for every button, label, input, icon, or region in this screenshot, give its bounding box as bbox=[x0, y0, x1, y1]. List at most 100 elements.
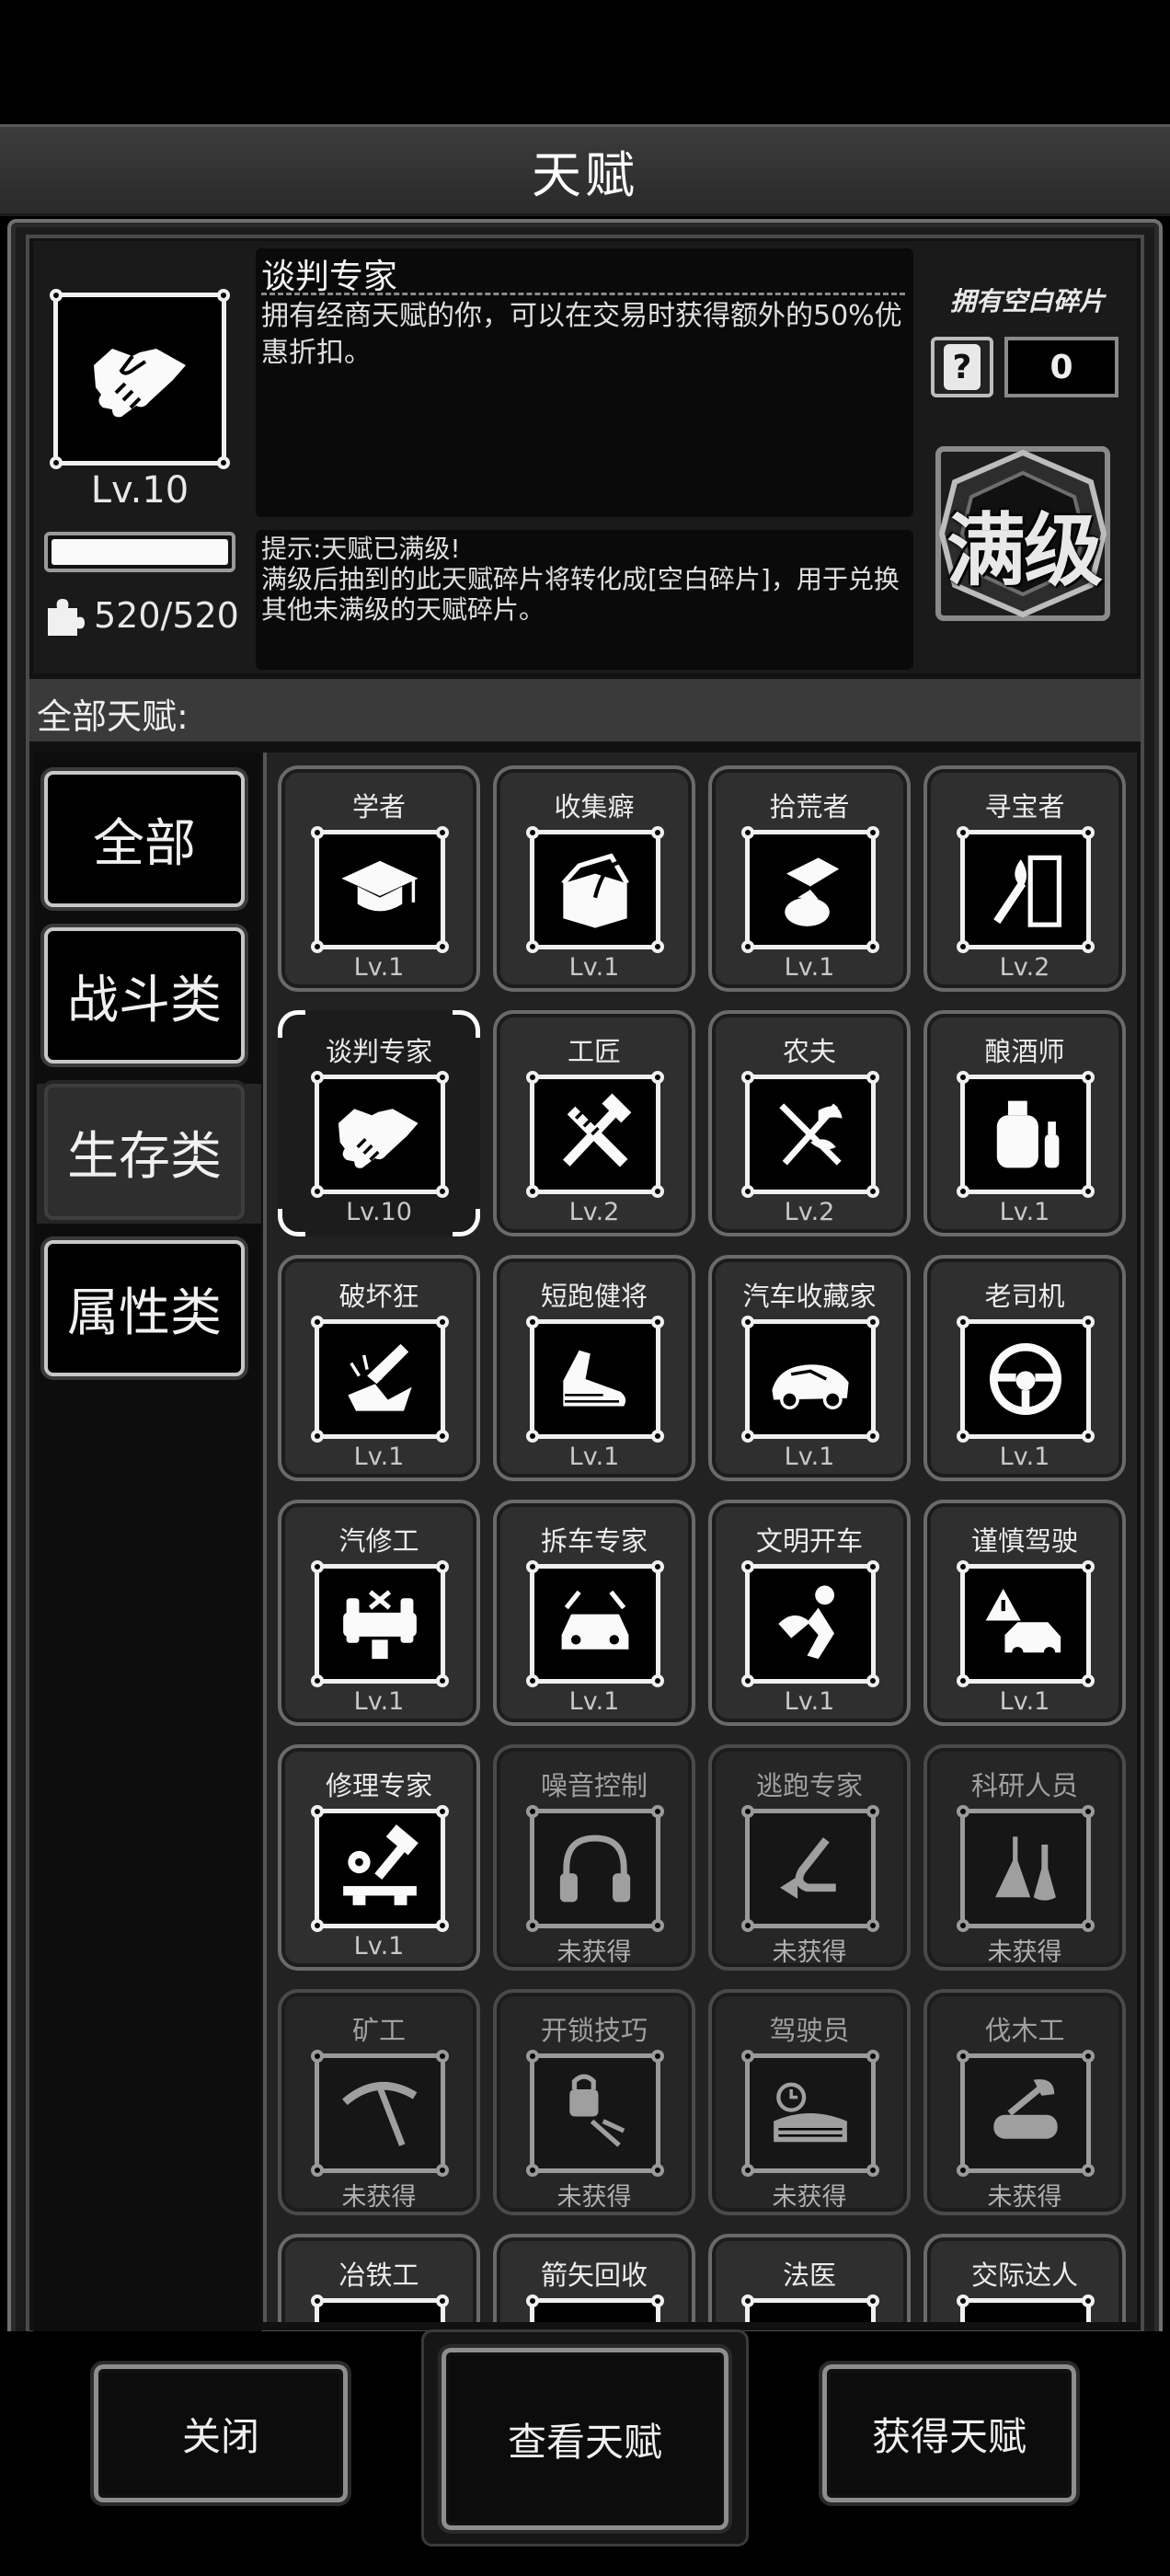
pickaxe-icon bbox=[342, 2082, 418, 2146]
talent-card[interactable]: 老司机 Lv.1 bbox=[923, 1255, 1126, 1481]
talent-card-level: Lv.2 bbox=[999, 953, 1050, 982]
talent-card-name: 老司机 bbox=[984, 1281, 1065, 1312]
farm-tools-icon bbox=[779, 1103, 843, 1166]
talent-card-name: 矿工 bbox=[351, 2015, 406, 2046]
talent-card[interactable]: 箭矢回收 bbox=[493, 2234, 695, 2322]
talent-card-name: 拆车专家 bbox=[540, 1525, 648, 1557]
talent-card[interactable]: 噪音控制 未获得 bbox=[493, 1744, 695, 1971]
talent-card-level: Lv.1 bbox=[784, 1443, 835, 1471]
progress-fill bbox=[52, 539, 228, 565]
talent-card[interactable]: 工匠 Lv.2 bbox=[493, 1010, 695, 1236]
social-icon bbox=[978, 2310, 1073, 2322]
talent-icon-frame bbox=[957, 826, 1095, 953]
talent-card-name: 汽修工 bbox=[338, 1525, 419, 1557]
talent-card[interactable]: 学者 Lv.1 bbox=[278, 765, 480, 992]
forensic-icon bbox=[763, 2310, 858, 2322]
puzzle-piece-icon bbox=[48, 599, 85, 636]
question-shard-icon: ? bbox=[931, 337, 993, 397]
torch-door-icon bbox=[993, 855, 1061, 927]
progress-bar bbox=[44, 532, 235, 572]
title-bar: 天赋 bbox=[0, 124, 1170, 216]
talent-icon-frame bbox=[957, 2294, 1095, 2322]
talent-card[interactable]: 酿酒师 Lv.1 bbox=[923, 1010, 1126, 1236]
talent-card[interactable]: 修理专家 Lv.1 bbox=[278, 1744, 480, 1971]
speed-clock-icon bbox=[774, 2082, 847, 2143]
handshake-icon bbox=[338, 1109, 419, 1168]
talent-card-level: Lv.1 bbox=[353, 1687, 405, 1716]
talent-card[interactable]: 科研人员 未获得 bbox=[923, 1744, 1126, 1971]
talent-card[interactable]: 矿工 未获得 bbox=[278, 1989, 480, 2215]
talent-icon-frame bbox=[311, 1071, 449, 1198]
category-all-button[interactable]: 全部 bbox=[44, 771, 245, 907]
warning-car-icon bbox=[985, 1588, 1061, 1659]
talent-card-level: Lv.1 bbox=[784, 953, 835, 982]
talent-card-name: 短跑健将 bbox=[540, 1281, 648, 1312]
talent-card[interactable]: 逃跑专家 未获得 bbox=[708, 1744, 911, 1971]
talent-card[interactable]: 拆车专家 Lv.1 bbox=[493, 1500, 695, 1726]
talent-icon-frame bbox=[741, 826, 879, 953]
talent-card-level: Lv.1 bbox=[568, 953, 620, 982]
talent-icon-frame bbox=[526, 826, 664, 953]
talent-card[interactable]: 破坏狂 Lv.1 bbox=[278, 1255, 480, 1481]
talent-card-name: 汽车收藏家 bbox=[742, 1281, 877, 1312]
talent-icon-frame bbox=[957, 2050, 1095, 2177]
divider bbox=[261, 293, 905, 295]
category-combat-button[interactable]: 战斗类 bbox=[44, 927, 245, 1064]
talent-card[interactable]: 冶铁工 bbox=[278, 2234, 480, 2322]
lockpick-icon bbox=[569, 2074, 625, 2147]
talent-card-name: 冶铁工 bbox=[338, 2260, 419, 2291]
escape-arrow-icon bbox=[780, 1837, 836, 1899]
talent-icon-frame bbox=[741, 2294, 879, 2322]
talent-icon-frame bbox=[957, 1071, 1095, 1198]
category-survival-button[interactable]: 生存类 bbox=[44, 1084, 245, 1220]
talent-card-level: Lv.1 bbox=[999, 1687, 1050, 1716]
obtain-talent-button[interactable]: 获得天赋 bbox=[819, 2361, 1080, 2506]
talent-icon-frame bbox=[526, 1071, 664, 1198]
talent-card[interactable]: 伐木工 未获得 bbox=[923, 1989, 1126, 2215]
talent-card[interactable]: 交际达人 bbox=[923, 2234, 1126, 2322]
talent-card[interactable]: 谈判专家 Lv.10 bbox=[278, 1010, 480, 1236]
talent-card-level: 未获得 bbox=[556, 1938, 632, 1967]
talent-card-name: 谨慎驾驶 bbox=[970, 1525, 1078, 1557]
talent-card-name: 文明开车 bbox=[755, 1525, 863, 1557]
talent-card-name: 逃跑专家 bbox=[755, 1770, 863, 1801]
selection-corner bbox=[278, 1209, 305, 1236]
talent-icon-frame bbox=[957, 1316, 1095, 1443]
talent-card[interactable]: 法医 bbox=[708, 2234, 911, 2322]
talent-icon-frame bbox=[526, 1316, 664, 1443]
close-button[interactable]: 关闭 bbox=[90, 2361, 351, 2506]
talent-card[interactable]: 寻宝者 Lv.2 bbox=[923, 765, 1126, 992]
talent-card-name: 科研人员 bbox=[970, 1770, 1078, 1801]
talent-card-level: 未获得 bbox=[772, 1938, 847, 1967]
talent-icon-frame bbox=[741, 1805, 879, 1932]
talent-card[interactable]: 文明开车 Lv.1 bbox=[708, 1500, 911, 1726]
talent-card-level: Lv.1 bbox=[353, 1443, 405, 1471]
talent-card-level: Lv.1 bbox=[568, 1443, 620, 1471]
talent-card[interactable]: 汽修工 Lv.1 bbox=[278, 1500, 480, 1726]
page-title: 天赋 bbox=[532, 145, 638, 204]
view-talent-button[interactable]: 查看天赋 bbox=[438, 2344, 732, 2534]
talent-card-level: 未获得 bbox=[987, 1938, 1062, 1967]
talent-card[interactable]: 短跑健将 Lv.1 bbox=[493, 1255, 695, 1481]
talent-card[interactable]: 汽车收藏家 Lv.1 bbox=[708, 1255, 911, 1481]
talent-card-level: 未获得 bbox=[772, 2183, 847, 2212]
talent-icon-frame bbox=[741, 2050, 879, 2177]
handshake-icon bbox=[94, 349, 186, 418]
talent-card[interactable]: 拾荒者 Lv.1 bbox=[708, 765, 911, 992]
hammer-saw-icon bbox=[563, 1093, 632, 1167]
talent-icon-frame bbox=[311, 2050, 449, 2177]
talent-card[interactable]: 开锁技巧 未获得 bbox=[493, 1989, 695, 2215]
talent-card[interactable]: 谨慎驾驶 Lv.1 bbox=[923, 1500, 1126, 1726]
talent-icon-frame bbox=[741, 1071, 879, 1198]
talent-card[interactable]: 农夫 Lv.2 bbox=[708, 1010, 911, 1236]
talent-card[interactable]: 收集癖 Lv.1 bbox=[493, 765, 695, 992]
talent-card[interactable]: 驾驶员 未获得 bbox=[708, 1989, 911, 2215]
selected-level: Lv.10 bbox=[90, 469, 189, 512]
category-attribute-button[interactable]: 属性类 bbox=[44, 1240, 245, 1376]
talent-card-level: Lv.1 bbox=[353, 953, 405, 982]
talent-card-name: 学者 bbox=[351, 791, 406, 822]
brewing-tank-icon bbox=[996, 1100, 1060, 1168]
talent-card-name: 伐木工 bbox=[984, 2015, 1065, 2046]
car-lift-icon bbox=[343, 1590, 417, 1660]
talent-icon-frame bbox=[741, 1316, 879, 1443]
